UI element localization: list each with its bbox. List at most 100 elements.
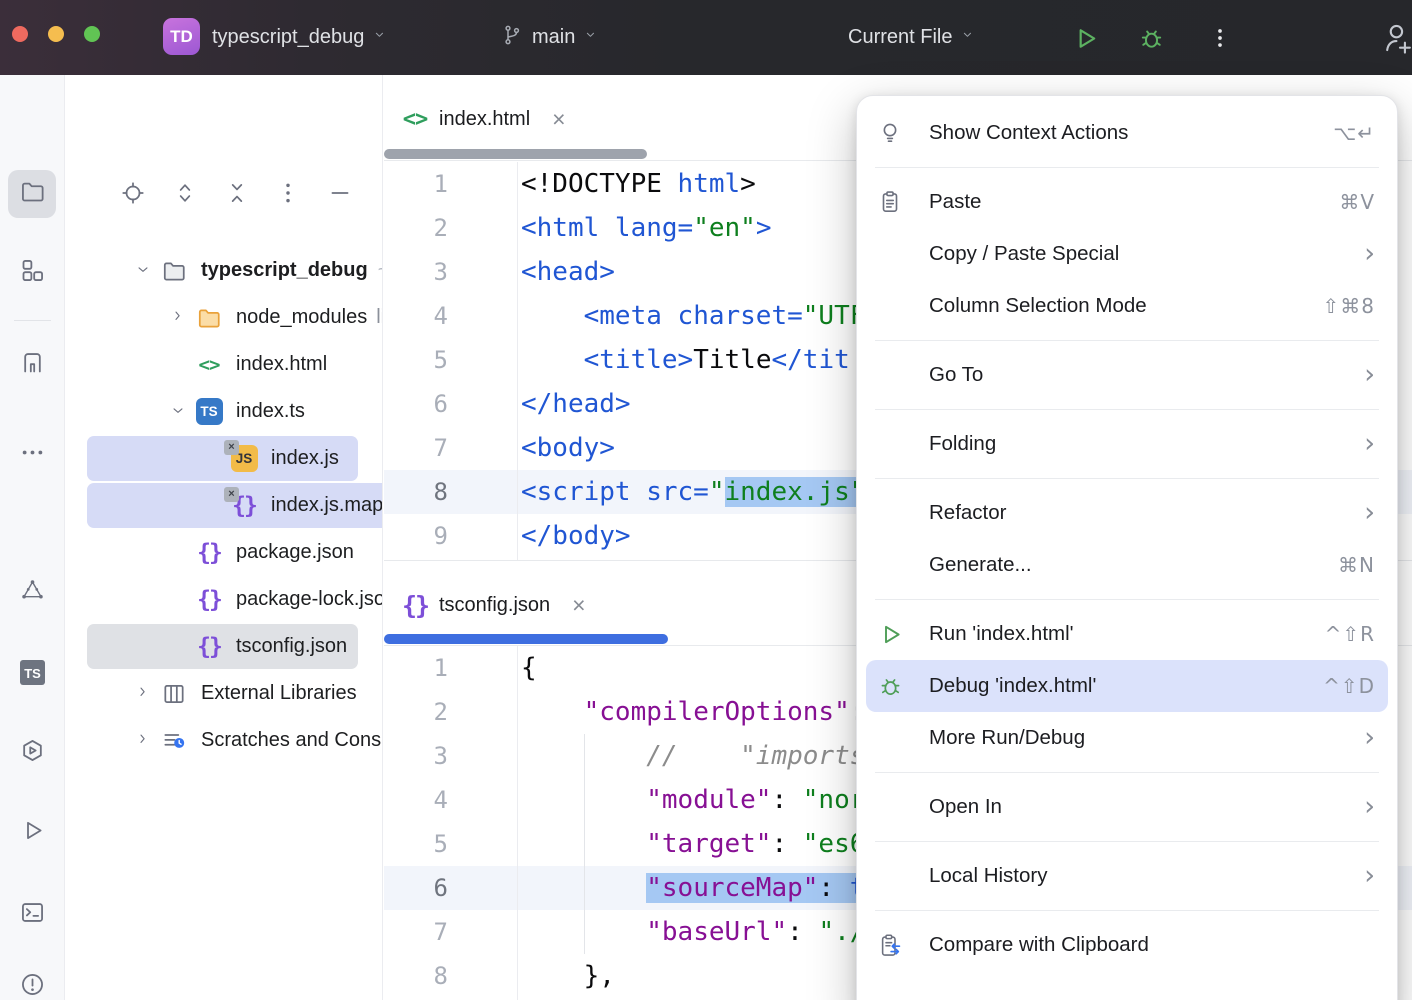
menu-item-folding[interactable]: Folding› [857,418,1397,470]
code-token: html [678,169,741,199]
code-token: " [709,477,725,507]
tree-row-index-html[interactable]: <>index.html [65,341,382,388]
chevron-right-icon[interactable] [166,306,190,330]
menu-item-label: Compare with Clipboard [929,933,1149,957]
code-token: <head> [521,257,615,287]
tree-row-package-lock-json[interactable]: {}package-lock.json [65,576,382,623]
run-configuration-label: Current File [848,26,952,49]
toolwindow-divider [14,320,51,321]
chevron-down-icon[interactable] [166,400,190,424]
window-close-button[interactable] [12,26,28,42]
tab-close-icon[interactable]: × [572,594,585,617]
braces-file-icon: {} [190,539,228,567]
progress-bar[interactable] [384,634,668,644]
gutter: 2 [384,698,518,726]
chevron-down-icon [960,26,975,49]
tab-close-icon[interactable]: × [552,108,565,131]
code-token: > [740,169,756,199]
menu-item-debug-index-html[interactable]: Debug 'index.html'^⇧D [866,660,1388,712]
code-token: "module" [646,785,771,815]
bulb-icon [877,120,913,146]
more-actions-kebab-icon[interactable] [1200,18,1240,58]
tree-row-external-libraries[interactable]: External Libraries [65,670,382,717]
menu-item-label: Column Selection Mode [929,294,1147,318]
debug-button[interactable] [1131,18,1171,58]
project-toolbar-collapse-all[interactable] [215,173,259,217]
tree-row-index-js[interactable]: JS×index.js [65,435,382,482]
menu-item-local-history[interactable]: Local History› [857,850,1397,902]
toolwindow-problems[interactable] [8,965,56,1000]
run-configuration-selector[interactable]: Current File [848,0,975,75]
tree-row-scratches-and-consoles[interactable]: Scratches and Consoles [65,717,382,764]
chevron-down-icon [372,26,387,49]
menu-item-shortcut: ^⇧D [1323,674,1375,698]
braces-file-icon: {}× [225,492,263,520]
toolwindow-structure-squares[interactable] [8,251,56,295]
menu-item-copy-paste-special[interactable]: Copy / Paste Special› [857,228,1397,280]
menu-item-paste[interactable]: Paste⌘V [857,176,1397,228]
toolwindow-terminal[interactable] [8,893,56,937]
run-button[interactable] [1065,18,1105,58]
project-toolbar-hide[interactable] [318,173,362,217]
toolwindow-more-dots[interactable] [8,433,56,477]
menu-item-open-in[interactable]: Open In› [857,781,1397,833]
branch-widget[interactable]: main [500,0,598,75]
toolwindow-graphql[interactable] [8,571,56,615]
toolwindow-typescript-badge[interactable]: TS [8,653,56,697]
tab-label: tsconfig.json [439,594,550,617]
code-token: Title [693,345,771,375]
line-number: 3 [384,258,448,286]
scrollbar-thumb[interactable] [384,149,647,159]
libraries-file-icon [155,680,193,708]
toolwindow-bookmarks[interactable] [8,343,56,387]
menu-item-run-index-html[interactable]: Run 'index.html'^⇧R [857,608,1397,660]
tree-item-annotation: li [376,306,383,329]
menu-item-more-run-debug[interactable]: More Run/Debug› [857,712,1397,764]
tab-index-html[interactable]: <>index.html× [401,107,566,132]
code-text: }, [521,961,615,991]
toolwindow-project-folder[interactable] [8,170,56,218]
project-toolbar-more-kebab[interactable] [266,173,310,217]
project-toolbar-expand-all[interactable] [163,173,207,217]
clipboard-icon [877,189,913,215]
code-token: : [771,785,802,815]
menu-item-refactor[interactable]: Refactor› [857,487,1397,539]
collapse-all-icon [224,180,250,211]
menu-item-show-context-actions[interactable]: Show Context Actions⌥↵ [857,107,1397,159]
menu-item-compare-with-clipboard[interactable]: Compare with Clipboard [857,919,1397,971]
tree-item-label: package-lock.json [236,588,383,611]
tree-indent [166,353,190,377]
menu-item-generate[interactable]: Generate...⌘N [857,539,1397,591]
menu-item-go-to[interactable]: Go To› [857,349,1397,401]
code-token: : [771,829,802,859]
toolwindow-services[interactable] [8,731,56,775]
project-name: typescript_debug [212,26,364,49]
indent-guide [584,734,585,778]
chevron-right-icon[interactable] [131,729,155,753]
tree-row-tsconfig-json[interactable]: {}tsconfig.json [65,623,382,670]
tree-row-node-modules[interactable]: node_modulesli [65,294,382,341]
project-toolbar-locate[interactable] [111,173,155,217]
toolwindow-run-play[interactable] [8,811,56,855]
tree-row-package-json[interactable]: {}package.json [65,529,382,576]
gutter: 3 [384,742,518,770]
menu-item-shortcut: ⇧⌘8 [1323,294,1375,318]
code-token: "compilerOptions" [584,697,850,727]
add-user-icon[interactable] [1378,18,1412,58]
window-zoom-button[interactable] [84,26,100,42]
tree-row-index-ts[interactable]: TSindex.ts [65,388,382,435]
tab-tsconfig-json[interactable]: {}tsconfig.json× [401,591,586,620]
compare-icon [877,932,913,959]
chevron-down-icon[interactable] [131,259,155,283]
tree-row-index-js-map[interactable]: {}×index.js.map [65,482,382,529]
tree-row-typescript-debug[interactable]: typescript_debug~ [65,247,382,294]
tree-item-label: index.js [271,447,339,470]
window-minimize-button[interactable] [48,26,64,42]
chevron-right-icon[interactable] [131,682,155,706]
gutter: 8 [384,478,518,506]
terminal-icon [19,899,46,931]
code-token: <!DOCTYPE [521,169,678,199]
menu-divider [875,841,1379,842]
menu-item-column-selection-mode[interactable]: Column Selection Mode ⇧⌘8 [857,280,1397,332]
project-widget[interactable]: typescript_debug [212,0,387,75]
